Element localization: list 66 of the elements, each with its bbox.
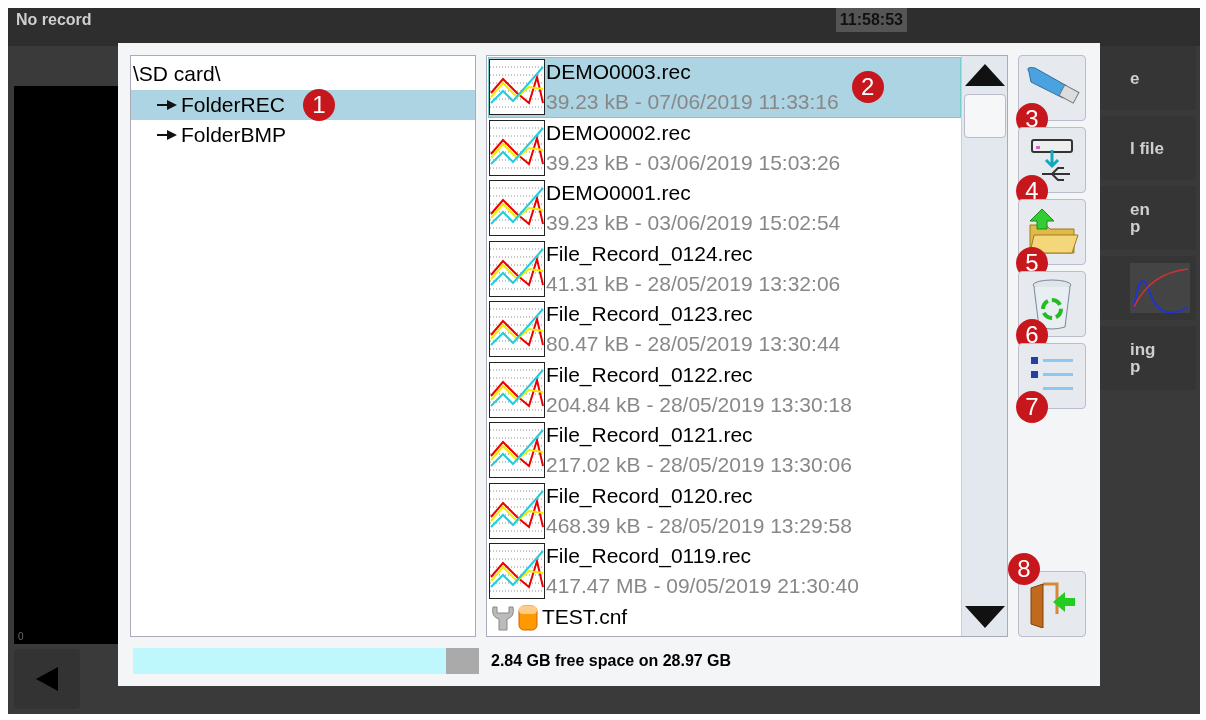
file-details: 41.31 kB - 28/05/2019 13:32:06 (546, 270, 841, 297)
file-row[interactable]: TEST.cnf (488, 601, 961, 632)
file-details: 39.23 kB - 07/06/2019 11:33:16 (546, 89, 839, 116)
menu-button[interactable]: l file (1100, 116, 1196, 180)
folder-name: FolderREC (181, 91, 285, 118)
file-name: DEMO0001.rec (546, 180, 692, 207)
folder-item[interactable]: FolderREC 1 (131, 89, 475, 120)
chart-thumbnail-icon (489, 482, 545, 539)
chart-thumbnail-icon (489, 361, 545, 418)
file-details: 217.02 kB - 28/05/2019 13:30:06 (546, 452, 852, 479)
scroll-up-icon[interactable] (964, 64, 1005, 86)
root-path: \SD card\ (132, 61, 222, 87)
file-name: File_Record_0119.rec (546, 543, 753, 570)
file-name: DEMO0002.rec (546, 119, 692, 146)
chart-thumbnail-icon (489, 422, 545, 479)
file-row[interactable]: File_Record_0122.rec 204.84 kB - 28/05/2019 13:30:18 (488, 359, 961, 420)
file-details: 204.84 kB - 28/05/2019 13:30:18 (546, 391, 852, 418)
file-name: File_Record_0123.rec (546, 301, 754, 328)
file-name: DEMO0003.rec (546, 59, 692, 86)
file-details: 468.39 kB - 28/05/2019 13:29:58 (546, 512, 852, 539)
number-badge: 1 (302, 88, 335, 121)
file-row[interactable]: File_Record_0123.rec 80.47 kB - 28/05/2019 13:30:44 (488, 299, 961, 360)
file-details: 39.23 kB - 03/06/2019 15:03:26 (546, 149, 841, 176)
arrow-icon (157, 129, 177, 140)
drive-to-usb-icon (1028, 136, 1076, 184)
status-text: No record (16, 10, 92, 30)
exit-door-icon (1027, 580, 1077, 628)
file-details: 39.23 kB - 03/06/2019 15:02:54 (546, 210, 841, 237)
file-details: 80.47 kB - 28/05/2019 13:30:44 (546, 331, 841, 358)
number-badge: 7 (1016, 391, 1048, 423)
chart-thumbnail-icon (489, 59, 545, 116)
menu-button[interactable]: en p (1100, 186, 1196, 250)
file-details: 417.47 MB - 09/05/2019 21:30:40 (546, 573, 859, 600)
file-name: File_Record_0121.rec (546, 422, 754, 449)
chart-thumbnail-icon (489, 180, 545, 237)
file-name: File_Record_0124.rec (546, 240, 754, 268)
scroll-thumb[interactable] (963, 94, 1006, 138)
file-row[interactable]: DEMO0001.rec 39.23 kB - 03/06/2019 15:02:54 (488, 178, 961, 239)
number-badge: 8 (1008, 553, 1040, 585)
file-name: File_Record_0122.rec (546, 361, 754, 389)
curve-chart-icon (1130, 263, 1190, 313)
menu-button[interactable]: e (1100, 46, 1196, 110)
axis-label: 0 (18, 630, 24, 644)
clock-text: 11:58:53 (835, 8, 907, 32)
free-space-text: 2.84 GB free space on 28.97 GB (491, 651, 732, 671)
folder-name: FolderBMP (181, 121, 287, 148)
file-name: File_Record_0120.rec (546, 482, 754, 510)
menu-button[interactable]: ing p (1100, 326, 1196, 390)
left-arrow-icon (36, 667, 58, 691)
file-name: TEST.cnf (542, 603, 628, 630)
chart-thumbnail-icon (489, 240, 545, 297)
scroll-down-icon[interactable] (964, 606, 1005, 628)
file-row[interactable]: DEMO0003.rec 39.23 kB - 07/06/2019 11:33:16 2 (488, 57, 961, 118)
chart-thumbnail-icon (489, 119, 545, 176)
file-row[interactable]: File_Record_0120.rec 468.39 kB - 28/05/2019 13:29:58 (488, 480, 961, 541)
arrow-icon (157, 99, 177, 110)
file-row[interactable]: File_Record_0119.rec 417.47 MB - 09/05/2019 21:30:40 (488, 541, 961, 602)
scrollbar[interactable] (961, 56, 1007, 636)
file-row[interactable]: File_Record_0121.rec 217.02 kB - 28/05/2019 13:30:06 (488, 420, 961, 481)
wrench-and-battery-icon (489, 602, 541, 631)
file-row[interactable]: DEMO0002.rec 39.23 kB - 03/06/2019 15:03:26 (488, 117, 961, 178)
number-badge: 2 (851, 71, 884, 104)
folder-item[interactable]: FolderBMP (131, 119, 475, 150)
file-row[interactable]: File_Record_0124.rec 41.31 kB - 28/05/2019 13:32:06 (488, 238, 961, 299)
chart-thumbnail-icon (489, 301, 545, 358)
chart-thumbnail-icon (489, 543, 545, 600)
